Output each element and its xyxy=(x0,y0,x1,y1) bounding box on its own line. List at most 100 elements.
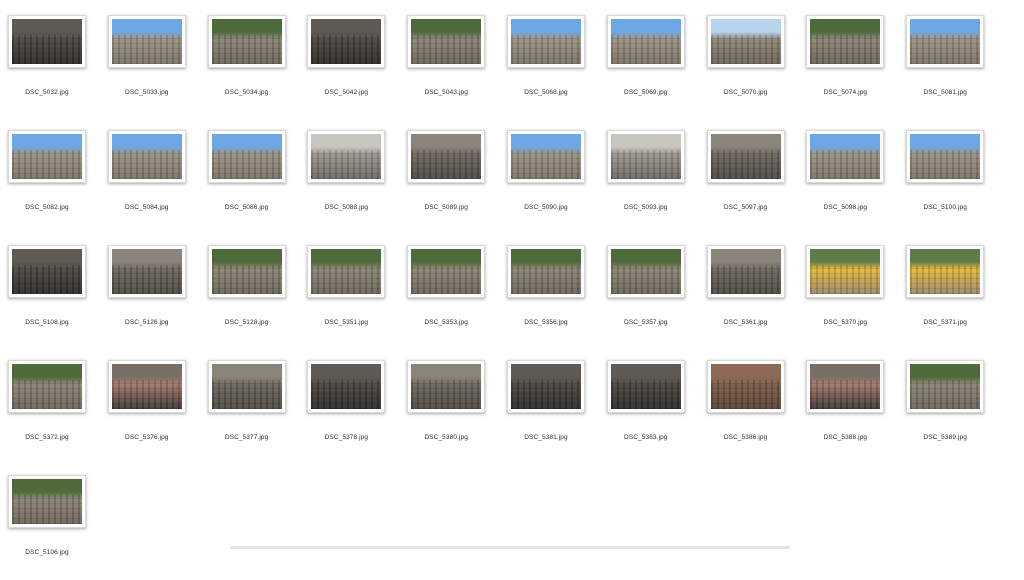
image-thumbnail[interactable] xyxy=(107,245,186,298)
image-thumbnail[interactable] xyxy=(806,360,885,413)
file-item[interactable]: DSC_5106.jpg xyxy=(0,475,97,580)
file-name-label[interactable]: DSC_5074.jpg xyxy=(795,89,895,96)
image-thumbnail[interactable] xyxy=(507,245,585,298)
image-thumbnail[interactable] xyxy=(706,360,785,413)
file-item[interactable]: DSC_5070.jpg xyxy=(696,15,796,120)
file-name-label[interactable]: DSC_5097.jpg xyxy=(696,204,796,211)
file-item[interactable]: DSC_5032.jpg xyxy=(0,15,97,120)
image-thumbnail[interactable] xyxy=(107,360,186,413)
file-name-label[interactable]: DSC_5098.jpg xyxy=(795,204,895,211)
file-name-label[interactable]: DSC_5088.jpg xyxy=(296,204,396,211)
file-item[interactable]: DSC_5361.jpg xyxy=(696,245,796,350)
file-name-label[interactable]: DSC_5383.jpg xyxy=(596,434,696,441)
file-name-label[interactable]: DSC_5128.jpg xyxy=(197,319,297,326)
file-item[interactable]: DSC_5383.jpg xyxy=(596,360,696,465)
image-thumbnail[interactable] xyxy=(207,130,286,183)
image-thumbnail[interactable] xyxy=(407,15,486,68)
file-name-label[interactable]: DSC_5106.jpg xyxy=(0,549,97,556)
image-thumbnail[interactable] xyxy=(407,245,486,298)
file-name-label[interactable]: DSC_5356.jpg xyxy=(496,319,596,326)
image-thumbnail[interactable] xyxy=(706,15,785,68)
file-item[interactable]: DSC_5351.jpg xyxy=(296,245,396,350)
file-name-label[interactable]: DSC_5378.jpg xyxy=(296,434,396,441)
file-name-label[interactable]: DSC_5353.jpg xyxy=(396,319,496,326)
file-item[interactable]: DSC_5033.jpg xyxy=(97,15,197,120)
file-item[interactable]: DSC_5074.jpg xyxy=(795,15,895,120)
image-thumbnail[interactable] xyxy=(207,15,286,68)
image-thumbnail[interactable] xyxy=(8,15,86,68)
file-item[interactable]: DSC_5042.jpg xyxy=(296,15,396,120)
file-name-label[interactable]: DSC_5100.jpg xyxy=(895,204,995,211)
file-name-label[interactable]: DSC_5370.jpg xyxy=(795,319,895,326)
file-name-label[interactable]: DSC_5126.jpg xyxy=(97,319,197,326)
file-name-label[interactable]: DSC_5357.jpg xyxy=(596,319,696,326)
image-thumbnail[interactable] xyxy=(507,15,585,68)
file-item[interactable]: DSC_5100.jpg xyxy=(895,130,995,235)
file-item[interactable]: DSC_5086.jpg xyxy=(197,130,297,235)
image-thumbnail[interactable] xyxy=(806,245,885,298)
file-name-label[interactable]: DSC_5361.jpg xyxy=(696,319,796,326)
file-name-label[interactable]: DSC_5069.jpg xyxy=(596,89,696,96)
file-item[interactable]: DSC_5043.jpg xyxy=(396,15,496,120)
image-thumbnail[interactable] xyxy=(307,15,386,68)
image-thumbnail[interactable] xyxy=(906,245,985,298)
file-name-label[interactable]: DSC_5389.jpg xyxy=(895,434,995,441)
image-thumbnail[interactable] xyxy=(207,245,286,298)
image-thumbnail[interactable] xyxy=(507,130,585,183)
file-name-label[interactable]: DSC_5042.jpg xyxy=(296,89,396,96)
file-name-label[interactable]: DSC_5372.jpg xyxy=(0,434,97,441)
file-name-label[interactable]: DSC_5086.jpg xyxy=(197,204,297,211)
file-item[interactable]: DSC_5034.jpg xyxy=(197,15,297,120)
file-item[interactable]: DSC_5089.jpg xyxy=(396,130,496,235)
image-thumbnail[interactable] xyxy=(8,130,86,183)
file-item[interactable]: DSC_5356.jpg xyxy=(496,245,596,350)
file-item[interactable]: DSC_5081.jpg xyxy=(895,15,995,120)
file-name-label[interactable]: DSC_5388.jpg xyxy=(795,434,895,441)
file-item[interactable]: DSC_5108.jpg xyxy=(0,245,97,350)
file-item[interactable]: DSC_5093.jpg xyxy=(596,130,696,235)
file-item[interactable]: DSC_5370.jpg xyxy=(795,245,895,350)
file-item[interactable]: DSC_5386.jpg xyxy=(696,360,796,465)
file-name-label[interactable]: DSC_5381.jpg xyxy=(496,434,596,441)
image-thumbnail[interactable] xyxy=(407,360,486,413)
image-thumbnail[interactable] xyxy=(906,360,985,413)
file-item[interactable]: DSC_5353.jpg xyxy=(396,245,496,350)
image-thumbnail[interactable] xyxy=(507,360,585,413)
file-name-label[interactable]: DSC_5089.jpg xyxy=(396,204,496,211)
file-name-label[interactable]: DSC_5034.jpg xyxy=(197,89,297,96)
file-name-label[interactable]: DSC_5371.jpg xyxy=(895,319,995,326)
file-name-label[interactable]: DSC_5068.jpg xyxy=(496,89,596,96)
file-item[interactable]: DSC_5377.jpg xyxy=(197,360,297,465)
image-thumbnail[interactable] xyxy=(8,245,86,298)
file-name-label[interactable]: DSC_5380.jpg xyxy=(396,434,496,441)
file-item[interactable]: DSC_5082.jpg xyxy=(0,130,97,235)
file-item[interactable]: DSC_5097.jpg xyxy=(696,130,796,235)
file-item[interactable]: DSC_5128.jpg xyxy=(197,245,297,350)
file-name-label[interactable]: DSC_5108.jpg xyxy=(0,319,97,326)
file-name-label[interactable]: DSC_5043.jpg xyxy=(396,89,496,96)
image-thumbnail[interactable] xyxy=(307,360,386,413)
file-item[interactable]: DSC_5068.jpg xyxy=(496,15,596,120)
image-thumbnail[interactable] xyxy=(307,245,386,298)
image-thumbnail[interactable] xyxy=(107,15,186,68)
image-thumbnail[interactable] xyxy=(906,15,985,68)
image-thumbnail[interactable] xyxy=(706,130,785,183)
file-item[interactable]: DSC_5088.jpg xyxy=(296,130,396,235)
file-item[interactable]: DSC_5376.jpg xyxy=(97,360,197,465)
image-thumbnail[interactable] xyxy=(906,130,985,183)
file-name-label[interactable]: DSC_5081.jpg xyxy=(895,89,995,96)
file-name-label[interactable]: DSC_5093.jpg xyxy=(596,204,696,211)
file-item[interactable]: DSC_5372.jpg xyxy=(0,360,97,465)
file-name-label[interactable]: DSC_5082.jpg xyxy=(0,204,97,211)
horizontal-scrollbar[interactable] xyxy=(230,546,790,549)
image-thumbnail[interactable] xyxy=(8,360,86,413)
file-name-label[interactable]: DSC_5376.jpg xyxy=(97,434,197,441)
file-item[interactable]: DSC_5098.jpg xyxy=(795,130,895,235)
image-thumbnail[interactable] xyxy=(107,130,186,183)
file-item[interactable]: DSC_5389.jpg xyxy=(895,360,995,465)
file-item[interactable]: DSC_5388.jpg xyxy=(795,360,895,465)
file-item[interactable]: DSC_5084.jpg xyxy=(97,130,197,235)
file-name-label[interactable]: DSC_5032.jpg xyxy=(0,89,97,96)
image-thumbnail[interactable] xyxy=(606,245,685,298)
file-item[interactable]: DSC_5380.jpg xyxy=(396,360,496,465)
